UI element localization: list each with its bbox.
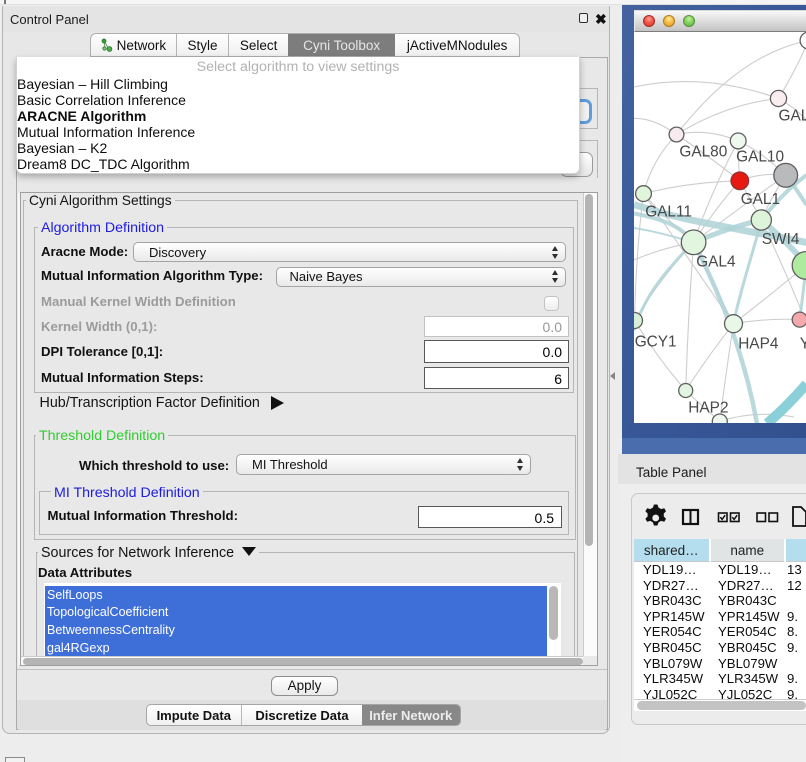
svg-text:GAL10: GAL10: [736, 148, 784, 165]
svg-text:GAL11: GAL11: [645, 203, 692, 220]
svg-text:Y: Y: [799, 335, 806, 352]
svg-text:GAL4: GAL4: [696, 253, 736, 270]
svg-text:GAL: GAL: [778, 107, 806, 124]
svg-text:GCY1: GCY1: [634, 333, 676, 350]
svg-text:HAP2: HAP2: [688, 399, 728, 416]
svg-text:SWI4: SWI4: [761, 231, 799, 248]
svg-text:GAL80: GAL80: [679, 143, 727, 160]
svg-text:HAP4: HAP4: [738, 335, 779, 352]
svg-text:GAL1: GAL1: [740, 190, 779, 207]
